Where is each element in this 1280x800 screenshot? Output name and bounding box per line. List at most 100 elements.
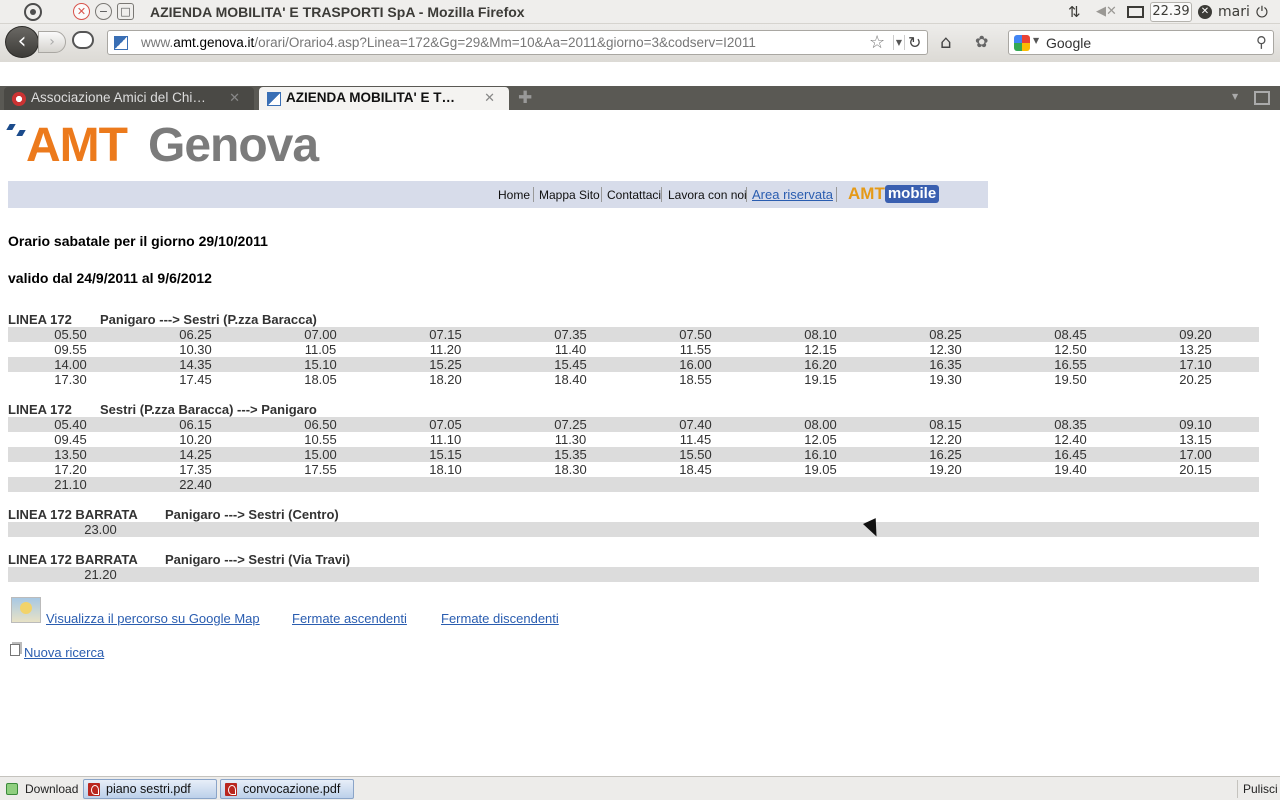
- departure-time: 17.30: [54, 372, 87, 387]
- departure-time: 18.30: [554, 462, 587, 477]
- departure-time: 16.20: [804, 357, 837, 372]
- url-prefix: www.: [141, 35, 174, 50]
- timetable-row: 23.00: [8, 522, 1259, 537]
- search-bar[interactable]: ▼ Google ⚲: [1008, 30, 1274, 55]
- departure-time: 11.40: [554, 342, 587, 357]
- new-tab-icon[interactable]: ✚: [518, 86, 532, 110]
- search-engine-dropdown-icon[interactable]: ▼: [1033, 36, 1039, 45]
- departure-time: 13.25: [1179, 342, 1212, 357]
- departure-time: 06.50: [304, 417, 337, 432]
- tab-label: Associazione Amici del Chi…: [31, 90, 206, 105]
- schedule-validity: valido dal 24/9/2011 al 9/6/2012: [8, 270, 212, 286]
- google-map-link[interactable]: Visualizza il percorso su Google Map: [46, 611, 260, 626]
- departure-time: 08.25: [929, 327, 962, 342]
- nav-separator: [533, 187, 534, 202]
- addon-icon[interactable]: ✿: [975, 32, 988, 51]
- departure-time: 11.45: [679, 432, 712, 447]
- ubuntu-logo-icon[interactable]: [24, 3, 42, 21]
- departure-time: 16.10: [804, 447, 837, 462]
- departure-time: 19.40: [1054, 462, 1087, 477]
- nav-home[interactable]: Home: [498, 188, 530, 202]
- volume-muted-icon[interactable]: ◀✕: [1096, 0, 1117, 24]
- close-tab-icon[interactable]: ✕: [229, 87, 240, 109]
- tab-list-dropdown-icon[interactable]: ▼: [1232, 92, 1238, 101]
- downloads-toggle-button[interactable]: Download: [4, 780, 78, 798]
- clear-downloads-button[interactable]: Pulisci: [1237, 780, 1278, 798]
- page-content: AMT Genova Home Mappa Sito Contattaci La…: [0, 110, 1280, 776]
- minimize-window-button[interactable]: −: [95, 3, 112, 20]
- tab-strip: Associazione Amici del Chi… ✕ AZIENDA MO…: [0, 86, 1280, 110]
- search-engine-label[interactable]: Google: [1046, 35, 1091, 51]
- google-map-thumbnail-icon[interactable]: [11, 597, 41, 623]
- logo-amt-text: AMT: [26, 119, 128, 172]
- clock[interactable]: 22.39: [1150, 2, 1192, 22]
- url-history-dropdown-icon[interactable]: ▼: [893, 35, 905, 50]
- chat-icon[interactable]: [72, 31, 94, 49]
- nav-mappa-sito[interactable]: Mappa Sito: [539, 188, 600, 202]
- departure-time: 20.25: [1179, 372, 1212, 387]
- departure-time: 11.30: [554, 432, 587, 447]
- close-window-button[interactable]: ✕: [73, 3, 90, 20]
- google-engine-icon[interactable]: [1014, 35, 1030, 51]
- departure-time: 07.05: [429, 417, 462, 432]
- departure-time: 10.30: [179, 342, 212, 357]
- timetable-row: 17.30 17.45 18.05 18.20 18.40 18.55 19.15 19.30…: [8, 372, 1259, 387]
- departure-time: 06.15: [179, 417, 212, 432]
- departure-time: 21.20: [84, 567, 117, 582]
- departure-time: 17.00: [1179, 447, 1212, 462]
- tab-favicon-icon: [12, 92, 26, 106]
- tab-associazione[interactable]: Associazione Amici del Chi… ✕: [4, 87, 254, 110]
- window-title-bar: ✕ − □ AZIENDA MOBILITA' E TRASPORTI SpA …: [0, 0, 1280, 24]
- power-icon[interactable]: ⏻: [1256, 0, 1268, 24]
- departure-time: 16.45: [1054, 447, 1087, 462]
- departure-time: 15.35: [554, 447, 587, 462]
- fermate-discendenti-link[interactable]: Fermate discendenti: [441, 611, 559, 626]
- download-item-name: piano sestri.pdf: [106, 782, 191, 796]
- network-icon[interactable]: ⇅: [1068, 0, 1086, 24]
- logo-marks-icon: [8, 122, 28, 142]
- user-name[interactable]: mari: [1218, 0, 1250, 24]
- nav-area-riservata[interactable]: Area riservata: [752, 187, 833, 202]
- departure-time: 22.40: [179, 477, 212, 492]
- url-text[interactable]: www.amt.genova.it/orari/Orario4.asp?Line…: [141, 35, 756, 50]
- new-search-icon[interactable]: [10, 644, 20, 656]
- reload-icon[interactable]: ↻: [908, 33, 921, 52]
- tab-groups-icon[interactable]: [1254, 91, 1270, 105]
- nav-separator: [661, 187, 662, 202]
- line-direction: Panigaro ---> Sestri (P.zza Baracca): [100, 312, 317, 327]
- url-bar[interactable]: www.amt.genova.it/orari/Orario4.asp?Line…: [107, 30, 928, 55]
- departure-time: 11.20: [429, 342, 462, 357]
- departure-time: 18.10: [429, 462, 462, 477]
- fermate-ascendenti-link[interactable]: Fermate ascendenti: [292, 611, 407, 626]
- timetable-row: 05.50 06.25 07.00 07.15 07.35 07.50 08.10 08.25…: [8, 327, 1259, 342]
- departure-time: 19.50: [1054, 372, 1087, 387]
- download-item-name: convocazione.pdf: [243, 782, 341, 796]
- url-path: /orari/Orario4.asp?Linea=172&Gg=29&Mm=10…: [254, 35, 756, 50]
- nuova-ricerca-link[interactable]: Nuova ricerca: [24, 645, 104, 660]
- window-title: AZIENDA MOBILITA' E TRASPORTI SpA - Mozi…: [150, 4, 525, 20]
- amt-mobile-logo[interactable]: AMT mobile: [848, 185, 940, 203]
- mail-icon[interactable]: [1127, 6, 1144, 18]
- departure-time: 09.20: [1179, 327, 1212, 342]
- nav-lavora[interactable]: Lavora con noi: [668, 188, 747, 202]
- timetable-row: 09.45 10.20 10.55 11.10 11.30 11.45 12.05 12.20…: [8, 432, 1259, 447]
- maximize-window-button[interactable]: □: [117, 3, 134, 20]
- departure-time: 09.10: [1179, 417, 1212, 432]
- download-item[interactable]: convocazione.pdf: [220, 779, 354, 799]
- download-item[interactable]: piano sestri.pdf: [83, 779, 217, 799]
- nav-contattaci[interactable]: Contattaci: [607, 188, 661, 202]
- close-tab-icon[interactable]: ✕: [484, 87, 495, 109]
- departure-time: 23.00: [84, 522, 117, 537]
- forward-button[interactable]: ›: [38, 31, 66, 53]
- timetable-row: 21.20: [8, 567, 1259, 582]
- back-button[interactable]: ‹: [5, 26, 39, 58]
- home-icon[interactable]: ⌂: [940, 32, 951, 53]
- tab-amt[interactable]: AZIENDA MOBILITA' E T… ✕: [259, 87, 509, 110]
- site-favicon-icon[interactable]: [114, 36, 128, 50]
- departure-time: 16.00: [679, 357, 712, 372]
- search-icon[interactable]: ⚲: [1256, 33, 1267, 51]
- departure-time: 08.15: [929, 417, 962, 432]
- bookmark-star-icon[interactable]: ☆: [869, 32, 885, 53]
- user-status-icon[interactable]: ✕: [1198, 5, 1212, 19]
- departure-time: 07.40: [679, 417, 712, 432]
